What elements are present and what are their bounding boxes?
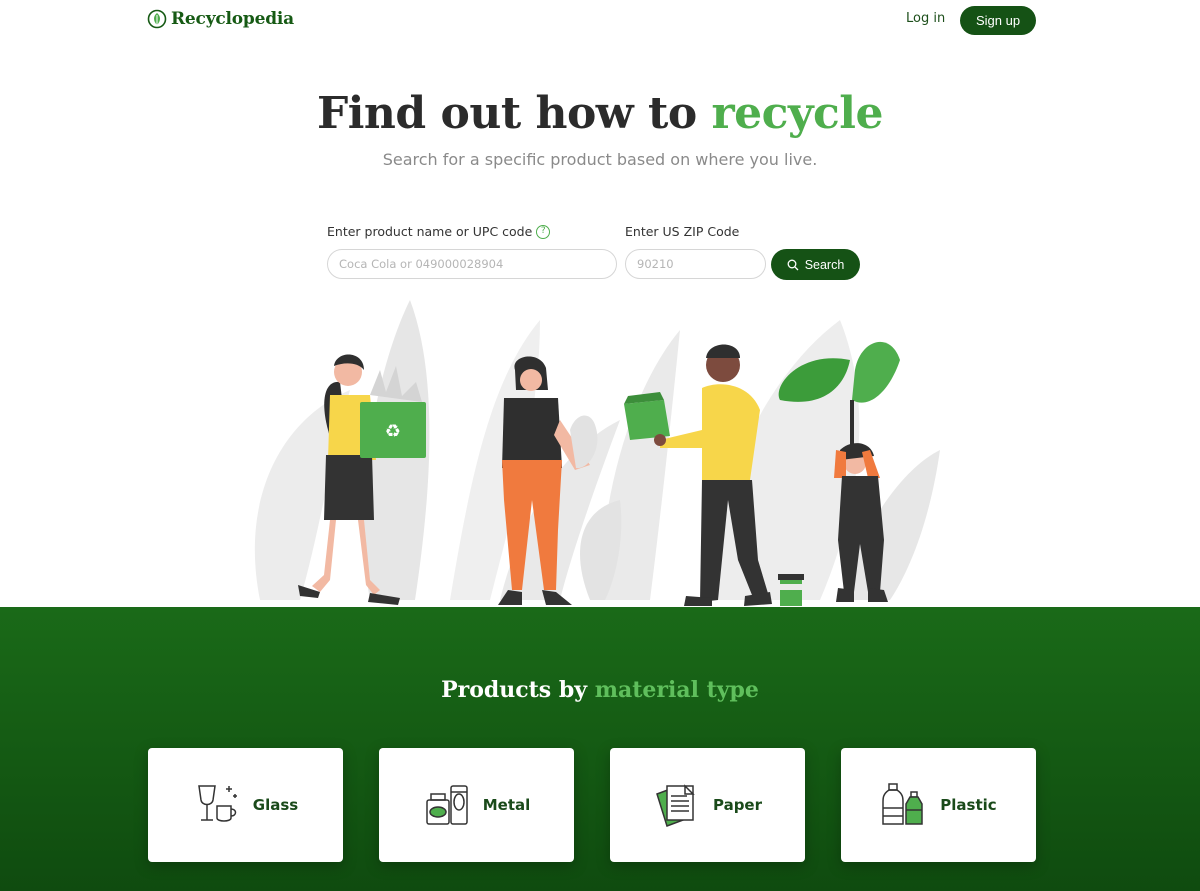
leaf-logo-icon [147,9,167,29]
logo[interactable]: Recyclopedia [147,9,294,29]
help-icon[interactable]: ? [536,224,551,239]
hero-subtitle: Search for a specific product based on w… [382,150,818,169]
paper-icon [656,784,695,827]
material-label-metal: Metal [482,796,531,814]
product-field-label: Enter product name or UPC code ? [327,224,551,239]
zip-code-input[interactable] [625,249,766,279]
recycling-people-illustration: ♻ [254,300,940,606]
material-title-accent: material type [594,677,759,703]
material-label-glass: Glass [252,796,299,814]
svg-text:♻: ♻ [385,421,401,442]
material-card-plastic[interactable]: Plastic [841,748,1036,862]
glass-icon [197,785,237,822]
hero-title-main: Find out how to [316,88,712,139]
material-card-paper[interactable]: Paper [610,748,805,862]
logo-text: Recyclopedia [171,9,294,29]
search-button-label: Search [804,257,845,272]
material-section-title: Products by material type [0,677,1200,703]
signup-button[interactable]: Sign up [960,6,1036,35]
login-link[interactable]: Log in [906,11,945,26]
material-section: Products by material type Glass Metal Pa… [0,607,1200,891]
material-label-paper: Paper [712,796,763,814]
search-button[interactable]: Search [771,249,860,280]
material-card-metal[interactable]: Metal [379,748,574,862]
material-title-main: Products by [441,677,595,703]
search-icon [787,259,799,270]
material-card-glass[interactable]: Glass [148,748,343,862]
hero-title: Find out how to recycle [0,88,1200,139]
zip-field-label: Enter US ZIP Code [625,224,739,239]
product-search-input[interactable] [327,249,617,279]
hero-title-accent: recycle [711,88,884,139]
product-label-text: Enter product name or UPC code [327,224,533,239]
material-label-plastic: Plastic [940,796,997,814]
zip-label-text: Enter US ZIP Code [625,224,740,239]
metal-icon [425,785,468,825]
plastic-icon [882,783,924,825]
